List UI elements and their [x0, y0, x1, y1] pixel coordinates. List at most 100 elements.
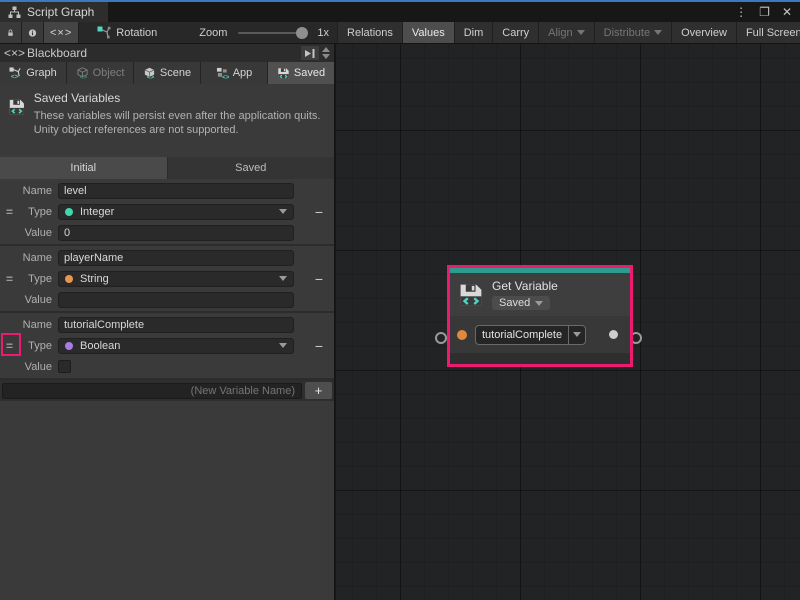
type-name: Integer	[80, 206, 114, 218]
overview-button[interactable]: Overview	[671, 22, 736, 43]
value-label: Value	[0, 361, 58, 373]
saved-variables-icon	[277, 67, 290, 80]
get-variable-node-highlighted: Get Variable Saved tutorialComplete	[447, 265, 633, 367]
new-variable-input[interactable]	[2, 383, 302, 399]
lock-button[interactable]	[0, 22, 22, 43]
variable-name-input[interactable]	[58, 317, 294, 333]
tab-script-graph[interactable]: Script Graph	[0, 2, 108, 22]
maximize-icon[interactable]: ❐	[759, 5, 770, 19]
fullscreen-button[interactable]: Full Screen	[736, 22, 800, 43]
handle-highlight-annotation	[1, 333, 21, 356]
chevron-down-icon	[279, 343, 287, 348]
subtab-initial[interactable]: Initial	[0, 157, 167, 179]
name-label: Name	[0, 319, 58, 331]
close-icon[interactable]: ✕	[782, 5, 792, 19]
drag-handle[interactable]: =	[6, 205, 13, 219]
tab-app-variables[interactable]: <> App	[201, 62, 267, 84]
variable-value-input[interactable]	[58, 292, 294, 308]
rotation-control[interactable]: Rotation	[89, 22, 165, 43]
values-button[interactable]: Values	[402, 22, 454, 43]
chevron-down-icon	[535, 301, 543, 306]
saved-variable-node-icon	[458, 281, 484, 309]
zoom-slider[interactable]	[238, 32, 306, 34]
subtab-saved[interactable]: Saved	[168, 157, 335, 179]
chevron-down-icon	[279, 209, 287, 214]
tab-graph-variables[interactable]: <> Graph	[0, 62, 66, 84]
svg-text:<>: <>	[222, 74, 229, 79]
dropdown-arrow-button[interactable]	[568, 326, 585, 344]
dock-panel-button[interactable]	[301, 46, 319, 60]
value-output-port[interactable]	[609, 330, 618, 339]
type-dropdown[interactable]: Integer	[58, 204, 294, 220]
dim-button[interactable]: Dim	[454, 22, 493, 43]
remove-variable-button[interactable]: −	[304, 271, 334, 287]
blackboard-title: Blackboard	[27, 46, 87, 60]
rotation-icon	[97, 26, 111, 39]
tab-object-variables[interactable]: <> Object	[67, 62, 133, 84]
node-footer	[450, 353, 630, 364]
drag-handle[interactable]: =	[6, 272, 13, 286]
name-label: Name	[0, 252, 58, 264]
chevron-down-icon	[573, 332, 581, 337]
node-header[interactable]: Get Variable Saved	[450, 273, 630, 316]
variable-select-dropdown[interactable]: tutorialComplete	[475, 325, 586, 345]
blackboard-code-icon: <×>	[4, 46, 25, 60]
name-label: Name	[0, 185, 58, 197]
saved-variables-large-icon	[8, 91, 26, 123]
graph-canvas[interactable]: Get Variable Saved tutorialComplete	[336, 44, 800, 600]
align-dropdown[interactable]: Align	[538, 22, 593, 43]
menu-icon[interactable]: ⋮	[735, 5, 747, 19]
get-variable-node[interactable]: Get Variable Saved tutorialComplete	[447, 265, 633, 367]
carry-button[interactable]: Carry	[492, 22, 538, 43]
value-label: Value	[0, 227, 58, 239]
window-controls: ⋮ ❐ ✕	[735, 2, 800, 22]
script-graph-window: Script Graph ⋮ ❐ ✕ <×>	[0, 0, 800, 600]
node-ports-row: tutorialComplete	[450, 316, 630, 353]
variable-list: Name = Type Integer − Value	[0, 179, 334, 600]
type-name: Boolean	[80, 340, 120, 352]
scene-variables-icon: <>	[143, 67, 156, 79]
variable-name-input[interactable]	[58, 183, 294, 199]
scroll-up-icon[interactable]	[322, 47, 330, 52]
info-button[interactable]	[22, 22, 44, 43]
variable-name-port[interactable]	[457, 330, 467, 340]
node-title: Get Variable	[492, 279, 558, 293]
chevron-down-icon	[577, 30, 585, 35]
external-input-port[interactable]	[435, 332, 447, 344]
boolean-value-checkbox[interactable]	[58, 360, 71, 373]
variable-scope-tabs: <> Graph <> Object <> Scene	[0, 62, 334, 84]
remove-variable-button[interactable]: −	[304, 204, 334, 220]
zoom-slider-handle[interactable]	[296, 27, 308, 39]
type-color-dot	[65, 275, 73, 283]
edit-source-button[interactable]: <×>	[44, 22, 79, 43]
type-name: String	[80, 273, 109, 285]
relations-button[interactable]: Relations	[337, 22, 402, 43]
svg-text:<>: <>	[79, 74, 87, 79]
scope-dropdown[interactable]: Saved	[492, 296, 550, 310]
zoom-control: Zoom 1x	[191, 22, 337, 43]
variable-row-tutorialcomplete: Name = Type Boolean − Value	[0, 313, 334, 380]
tab-title: Script Graph	[27, 5, 94, 19]
chevron-down-icon	[654, 30, 662, 35]
remove-variable-button[interactable]: −	[304, 338, 334, 354]
toolbar-right-group: Relations Values Dim Carry Align Distrib…	[337, 22, 800, 43]
type-color-dot	[65, 342, 73, 350]
dock-right-icon	[304, 48, 316, 59]
variable-value-input[interactable]	[58, 225, 294, 241]
add-variable-button[interactable]: +	[305, 382, 332, 399]
tab-scene-variables[interactable]: <> Scene	[134, 62, 200, 84]
variable-name-input[interactable]	[58, 250, 294, 266]
blackboard-empty-area	[0, 401, 334, 600]
new-variable-row: +	[0, 380, 334, 401]
tab-saved-variables[interactable]: Saved	[268, 62, 334, 84]
saved-variables-info: Saved Variables These variables will per…	[0, 84, 334, 157]
svg-text:<>: <>	[11, 74, 19, 79]
object-variables-icon: <>	[76, 67, 89, 79]
scroll-down-icon[interactable]	[322, 54, 330, 59]
type-dropdown[interactable]: String	[58, 271, 294, 287]
panel-scroll-arrows[interactable]	[322, 47, 332, 59]
type-dropdown[interactable]: Boolean	[58, 338, 294, 354]
distribute-dropdown[interactable]: Distribute	[594, 22, 671, 43]
graph-toolbar: <×> Rotation Zoom 1x Relations Values Di…	[0, 22, 800, 44]
app-variables-icon: <>	[216, 67, 229, 79]
